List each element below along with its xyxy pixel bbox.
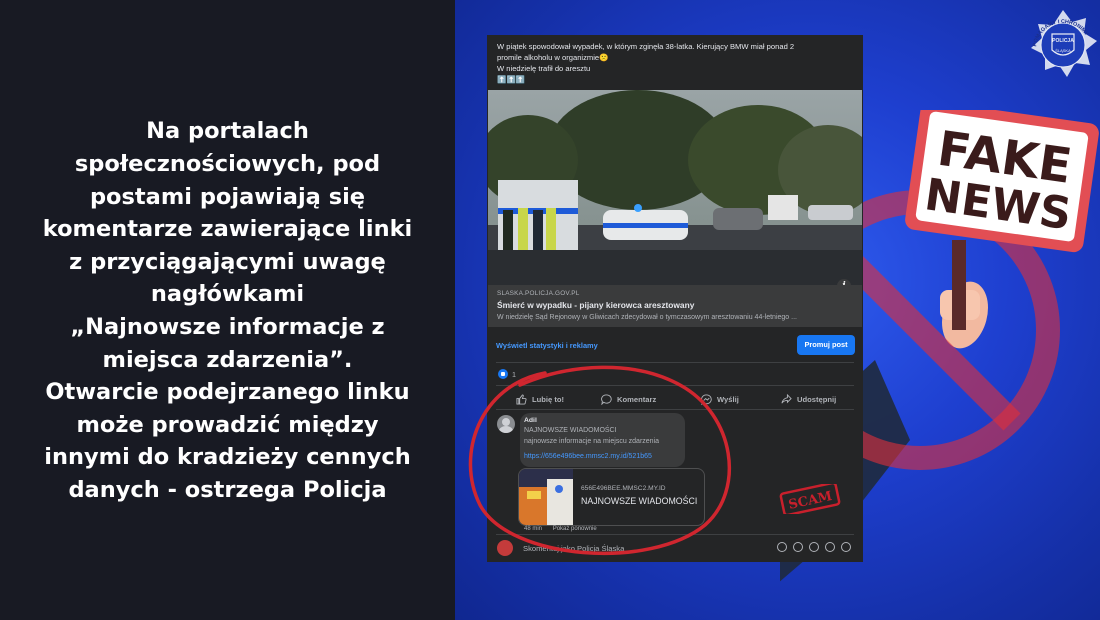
comment-button[interactable]: Komentarz bbox=[601, 391, 656, 407]
composer-tools bbox=[777, 542, 851, 552]
warning-line: komentarze zawierające linki bbox=[42, 216, 413, 243]
accident-scene-photo bbox=[488, 90, 862, 285]
link-card-domain: 656E496BEE.MMSC2.MY.ID bbox=[581, 485, 666, 492]
scam-stamp: SCAM bbox=[779, 484, 841, 514]
comment-composer[interactable]: Skomentuj jako Policja Śląska bbox=[523, 544, 624, 553]
warning-line: z przyciągającymi uwagę bbox=[69, 248, 386, 275]
warning-line: może prowadzić między bbox=[76, 411, 379, 438]
promote-post-button[interactable]: Promuj post bbox=[797, 335, 855, 355]
suspicious-link[interactable]: https://656e496bee.mmsc2.my.id/521b65 bbox=[524, 453, 652, 460]
post-text-line: promile alkoholu w organizmie🙁 bbox=[497, 53, 609, 62]
post-text-line: ⬆️⬆️⬆️ bbox=[497, 75, 526, 84]
comment-time[interactable]: 48 min bbox=[524, 526, 542, 532]
warning-line: „Najnowsze informacje z bbox=[70, 314, 385, 340]
badge-shield-line2: ŚLĄSKA bbox=[1055, 48, 1071, 53]
divider bbox=[496, 362, 854, 363]
warning-line: innymi do kradzieży cennych bbox=[44, 444, 411, 471]
link-preview[interactable]: SLASKA.POLICJA.GOV.PL Śmierć w wypadku -… bbox=[488, 285, 862, 327]
like-label: Lubię to! bbox=[532, 394, 565, 404]
badge-shield-line1: POLICJA bbox=[1052, 38, 1074, 44]
divider bbox=[496, 534, 854, 535]
commenter-avatar[interactable] bbox=[497, 415, 515, 433]
view-stats-link[interactable]: Wyświetl statystyki i reklamy bbox=[496, 341, 598, 350]
page-avatar bbox=[497, 540, 513, 556]
like-reaction-icon bbox=[498, 369, 508, 379]
comment-line-1: NAJNOWSZE WIADOMOŚCI bbox=[524, 427, 617, 434]
warning-message: Na portalach społecznościowych, pod postam… bbox=[28, 115, 428, 506]
link-card-title: NAJNOWSZE WIADOMOŚCI bbox=[581, 496, 698, 506]
share-button[interactable]: Udostępnij bbox=[781, 391, 836, 407]
divider bbox=[496, 409, 854, 410]
link-description: W niedzielę Sąd Rejonowy w Gliwicach zde… bbox=[497, 314, 797, 321]
left-text-panel: Na portalach społecznościowych, pod postam… bbox=[0, 0, 455, 620]
reaction-summary[interactable]: 1 bbox=[498, 369, 516, 379]
post-text-line: W niedzielę trafił do aresztu bbox=[497, 64, 591, 73]
send-button[interactable]: Wyślij bbox=[701, 391, 739, 407]
warning-line: postami pojawiają się bbox=[89, 183, 366, 210]
warning-line: Otwarcie podejrzanego linku bbox=[45, 379, 410, 406]
comment-label: Komentarz bbox=[617, 394, 657, 404]
show-again-link[interactable]: Pokaż ponownie bbox=[553, 526, 597, 532]
comment-icon bbox=[601, 393, 612, 405]
share-arrow-icon bbox=[781, 393, 792, 403]
divider bbox=[496, 385, 854, 386]
avatar-sticker-icon[interactable] bbox=[777, 542, 787, 552]
like-button[interactable]: Lubię to! bbox=[516, 391, 564, 407]
police-badge-logo: POMAGAMY I CHRONIMY POLICJA ŚLĄSKA bbox=[1031, 10, 1097, 77]
link-thumbnail-image bbox=[519, 469, 573, 525]
send-label: Wyślij bbox=[717, 394, 739, 404]
comment-meta: 48 min Pokaż ponownie bbox=[524, 526, 597, 532]
like-count: 1 bbox=[512, 369, 516, 379]
link-title: Śmierć w wypadku - pijany kierowca aresz… bbox=[497, 300, 695, 310]
gif-icon[interactable] bbox=[825, 542, 835, 552]
comment-line-2: najnowsze informacje na miejscu zdarzeni… bbox=[524, 438, 660, 445]
post-text-line: W piątek spowodował wypadek, w którym zg… bbox=[497, 42, 795, 51]
comment-author[interactable]: Adil bbox=[524, 417, 537, 424]
sticker-icon[interactable] bbox=[841, 542, 851, 552]
link-domain: SLASKA.POLICJA.GOV.PL bbox=[497, 290, 580, 297]
share-label: Udostępnij bbox=[797, 394, 837, 404]
facebook-post: W piątek spowodował wypadek, w którym zg… bbox=[487, 35, 863, 562]
warning-line: nagłówkami bbox=[150, 281, 305, 308]
warning-line: miejsca zdarzenia”. bbox=[102, 346, 353, 373]
warning-line: społecznościowych, pod bbox=[74, 151, 381, 178]
messenger-icon bbox=[701, 393, 712, 405]
camera-icon[interactable] bbox=[809, 542, 819, 552]
warning-line: danych - ostrzega Policja bbox=[68, 476, 387, 503]
comment-bubble: Adil NAJNOWSZE WIADOMOŚCI najnowsze info… bbox=[520, 413, 685, 467]
emoji-icon[interactable] bbox=[793, 542, 803, 552]
warning-line: Na portalach bbox=[146, 118, 309, 145]
suspicious-link-card[interactable]: 656E496BEE.MMSC2.MY.ID NAJNOWSZE WIADOMO… bbox=[518, 468, 705, 526]
thumbs-up-icon bbox=[516, 393, 527, 405]
post-text: W piątek spowodował wypadek, w którym zg… bbox=[497, 41, 853, 85]
